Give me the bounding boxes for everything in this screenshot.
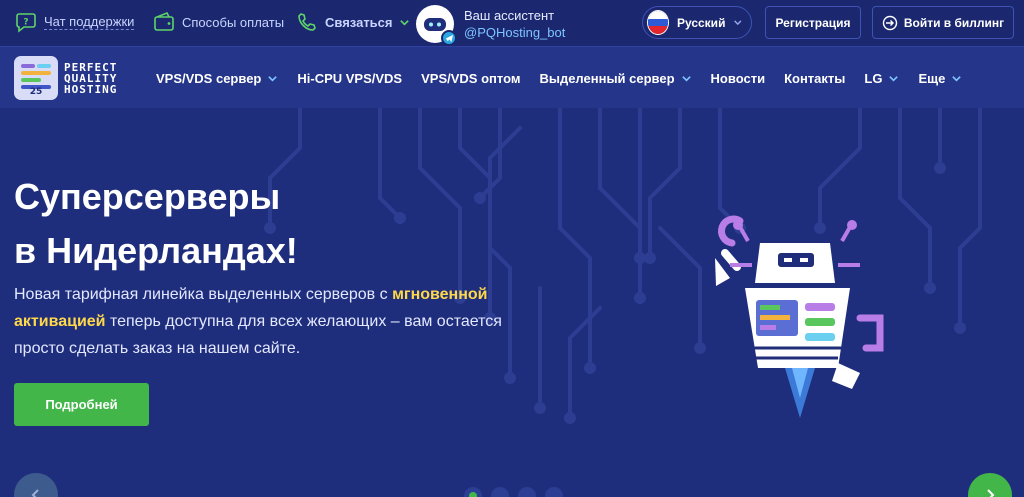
logo[interactable]: 25 PERFECT QUALITY HOSTING [14, 56, 117, 100]
slider-pagination [464, 487, 563, 497]
wallet-icon [152, 10, 176, 34]
nav-item-label: Контакты [784, 70, 846, 86]
top-bar: ? Чат поддержки Способы оплаты Связаться… [0, 0, 1024, 46]
chevron-down-icon [268, 75, 278, 82]
bot-avatar [416, 5, 457, 46]
logo-line-3: HOSTING [64, 82, 118, 96]
robot-illustration [715, 215, 884, 418]
login-billing-button[interactable]: Войти в биллинг [872, 6, 1014, 39]
chevron-down-icon [681, 75, 691, 82]
nav-item-vps-vds[interactable]: VPS/VDS сервер [156, 71, 278, 86]
nav-item-lg[interactable]: LG [864, 71, 899, 86]
language-selector[interactable]: Русский [642, 6, 752, 39]
hero-title-line-1: Суперсерверы [14, 176, 281, 217]
logo-mark-icon: 25 [14, 56, 58, 100]
nav-menu: VPS/VDS сервер Hi-CPU VPS/VDS VPS/VDS оп… [156, 47, 981, 109]
more-details-button[interactable]: Подробней [14, 383, 149, 426]
nav-item-label: Hi-CPU VPS/VDS [297, 70, 403, 86]
logo-line-1: PERFECT [64, 60, 118, 74]
login-icon [882, 15, 898, 30]
nav-item-news[interactable]: Новости [711, 71, 766, 86]
nav-item-more[interactable]: Еще [918, 71, 962, 86]
chat-bubble-icon: ? [14, 10, 38, 34]
hero-description: Новая тарифная линейка выделенных сервер… [14, 281, 514, 362]
slider-dot-3[interactable] [518, 487, 536, 497]
support-chat-link[interactable]: ? Чат поддержки [14, 10, 135, 34]
chevron-right-icon [987, 489, 995, 497]
chevron-left-icon [31, 489, 39, 497]
slider-dot-1[interactable] [464, 487, 482, 497]
register-button[interactable]: Регистрация [765, 6, 861, 39]
nav-item-hi-cpu[interactable]: Hi-CPU VPS/VDS [297, 71, 402, 86]
telegram-assistant-link[interactable]: Ваш ассистент @PQHosting_bot [416, 5, 566, 46]
contact-dropdown[interactable]: Связаться [295, 10, 410, 34]
chevron-down-icon [952, 75, 962, 82]
nav-item-dedicated[interactable]: Выделенный сервер [539, 71, 691, 86]
chevron-down-icon [889, 75, 899, 82]
svg-text:?: ? [23, 18, 28, 28]
hero-slider: Суперсерверы в Нидерландах! Новая тарифн… [0, 108, 1024, 497]
main-navigation: 25 PERFECT QUALITY HOSTING VPS/VDS серве… [0, 46, 1024, 108]
payment-methods-link[interactable]: Способы оплаты [152, 10, 284, 34]
logo-line-2: QUALITY [64, 71, 118, 85]
slider-dot-2[interactable] [491, 487, 509, 497]
support-chat-label: Чат поддержки [44, 14, 135, 30]
assistant-bot-handle: @PQHosting_bot [464, 25, 566, 40]
phone-icon [295, 10, 319, 34]
chevron-down-icon [734, 20, 742, 26]
nav-item-label: LG [864, 70, 883, 86]
nav-item-label: Еще [918, 70, 946, 86]
nav-item-contacts[interactable]: Контакты [784, 71, 845, 86]
hero-title: Суперсерверы в Нидерландах! [14, 170, 514, 278]
payment-methods-label: Способы оплаты [182, 14, 285, 30]
telegram-icon [441, 30, 457, 46]
login-billing-label: Войти в биллинг [903, 15, 1005, 30]
nav-item-label: Выделенный сервер [539, 70, 675, 86]
nav-item-vps-wholesale[interactable]: VPS/VDS оптом [421, 71, 520, 86]
nav-item-label: VPS/VDS сервер [156, 70, 262, 86]
language-label: Русский [676, 15, 726, 30]
hero-title-line-2: в Нидерландах! [14, 230, 298, 271]
hero-desc-part-1: Новая тарифная линейка выделенных сервер… [14, 286, 393, 303]
nav-item-label: VPS/VDS оптом [421, 70, 521, 86]
contact-label: Связаться [325, 14, 393, 30]
nav-item-label: Новости [710, 70, 766, 86]
svg-text:25: 25 [30, 87, 43, 96]
slider-dot-4[interactable] [545, 487, 563, 497]
russia-flag-icon [647, 10, 669, 35]
assistant-title: Ваш ассистент [464, 8, 555, 23]
chevron-down-icon [399, 19, 409, 26]
